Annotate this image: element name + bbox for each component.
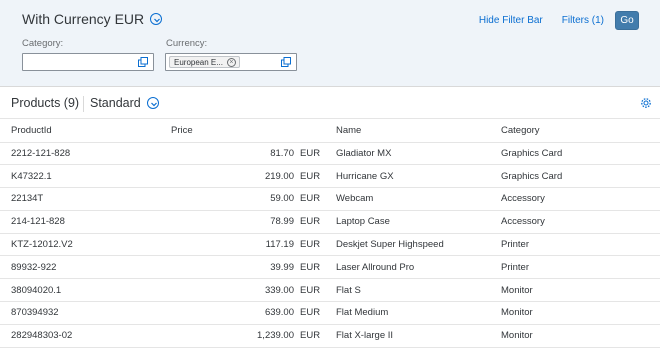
cell-price: 39.99 [160, 255, 294, 280]
cell-category: Graphics Card [490, 142, 660, 166]
table-header-row: ProductId Price Name Category [0, 120, 660, 143]
currency-field[interactable]: European E... × [165, 53, 297, 71]
cell-price: 78.99 [160, 210, 294, 234]
currency-label: Currency: [166, 38, 208, 49]
cell-price: 639.00 [160, 301, 294, 325]
cell-product-id: K47322.1 [0, 164, 160, 189]
column-header-productid[interactable]: ProductId [0, 120, 160, 143]
cell-currency: EUR [294, 142, 325, 166]
cell-name: Flat S [325, 278, 490, 303]
variant-management[interactable]: With Currency EUR [22, 11, 163, 27]
table-title: Products (9) [11, 96, 80, 110]
toolbar-separator [83, 96, 84, 112]
cell-currency: EUR [294, 187, 325, 211]
cell-currency: EUR [294, 324, 325, 348]
cell-currency: EUR [294, 164, 325, 189]
cell-name: Hurricane GX [325, 164, 490, 189]
cell-name: Deskjet Super Highspeed [325, 233, 490, 257]
cell-product-id: KTZ-12012.V2 [0, 233, 160, 257]
table-row[interactable]: 214-121-828 78.99 EUR Laptop Case Accessory [0, 210, 660, 234]
table-row[interactable]: 38094020.1 339.00 EUR Flat S Monitor [0, 278, 660, 303]
cell-name: Laptop Case [325, 210, 490, 234]
table-row[interactable]: K47322.1 219.00 EUR Hurricane GX Graphics Ca… [0, 164, 660, 189]
table-row[interactable]: 89932-922 39.99 EUR Laser Allround Pro Print… [0, 255, 660, 280]
table-variant-title[interactable]: Standard [90, 96, 141, 110]
column-header-price[interactable]: Price [160, 120, 325, 143]
cell-category: Printer [490, 233, 660, 257]
cell-name: Gladiator MX [325, 142, 490, 166]
cell-category: Accessory [490, 210, 660, 234]
cell-price: 219.00 [160, 164, 294, 189]
cell-name: Flat X-large II [325, 324, 490, 348]
currency-token[interactable]: European E... × [169, 56, 240, 68]
cell-product-id: 89932-922 [0, 255, 160, 280]
value-help-icon[interactable] [281, 57, 291, 67]
cell-product-id: 22134T [0, 187, 160, 211]
column-header-name[interactable]: Name [325, 120, 490, 143]
variant-title[interactable]: With Currency EUR [22, 11, 144, 27]
chevron-down-icon[interactable] [150, 13, 163, 25]
cell-product-id: 214-121-828 [0, 210, 160, 234]
cell-product-id: 38094020.1 [0, 278, 160, 303]
remove-token-icon[interactable]: × [226, 57, 236, 67]
cell-price: 1,239.00 [160, 324, 294, 348]
go-button[interactable]: Go [615, 11, 639, 30]
cell-price: 81.70 [160, 142, 294, 166]
filter-bar: With Currency EUR Hide Filter Bar Filter… [0, 0, 660, 87]
filters-button[interactable]: Filters (1) [562, 15, 604, 26]
cell-product-id: 870394932 [0, 301, 160, 325]
column-header-category[interactable]: Category [490, 120, 660, 143]
products-table: ProductId Price Name Category 2212-121-8… [0, 120, 660, 348]
cell-currency: EUR [294, 210, 325, 234]
cell-product-id: 282948303-02 [0, 324, 160, 348]
table-row[interactable]: 870394932 639.00 EUR Flat Medium Monitor [0, 301, 660, 325]
table-row[interactable]: KTZ-12012.V2 117.19 EUR Deskjet Super Highs… [0, 233, 660, 257]
cell-category: Graphics Card [490, 164, 660, 189]
table-variant-management[interactable]: Standard [90, 96, 159, 110]
table-toolbar: Products (9) Standard [0, 88, 660, 119]
cell-name: Flat Medium [325, 301, 490, 325]
hide-filter-bar-link[interactable]: Hide Filter Bar [479, 15, 543, 26]
cell-category: Monitor [490, 301, 660, 325]
cell-name: Laser Allround Pro [325, 255, 490, 280]
cell-category: Monitor [490, 324, 660, 348]
table-row[interactable]: 22134T 59.00 EUR Webcam Accessory [0, 187, 660, 211]
cell-name: Webcam [325, 187, 490, 211]
cell-category: Printer [490, 255, 660, 280]
currency-token-text: European E... [174, 57, 223, 67]
value-help-icon[interactable] [138, 57, 148, 67]
cell-category: Monitor [490, 278, 660, 303]
cell-currency: EUR [294, 301, 325, 325]
filter-bar-actions: Hide Filter Bar Filters (1) Go [479, 11, 639, 30]
chevron-down-icon[interactable] [146, 97, 159, 109]
cell-price: 339.00 [160, 278, 294, 303]
category-label: Category: [22, 38, 64, 49]
cell-category: Accessory [490, 187, 660, 211]
cell-currency: EUR [294, 255, 325, 280]
table-row[interactable]: 2212-121-828 81.70 EUR Gladiator MX Graphics… [0, 142, 660, 166]
cell-product-id: 2212-121-828 [0, 142, 160, 166]
cell-currency: EUR [294, 233, 325, 257]
settings-gear-icon[interactable] [640, 97, 652, 109]
cell-price: 117.19 [160, 233, 294, 257]
cell-currency: EUR [294, 278, 325, 303]
cell-price: 59.00 [160, 187, 294, 211]
category-field[interactable] [22, 53, 154, 71]
table-row[interactable]: 282948303-02 1,239.00 EUR Flat X-large II Mo… [0, 324, 660, 348]
